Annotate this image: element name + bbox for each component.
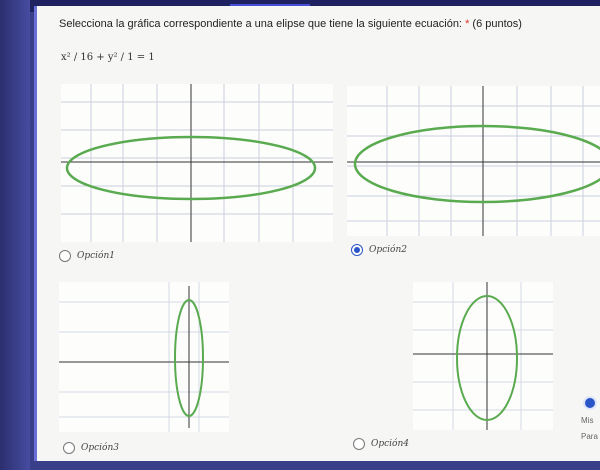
left-edge-background — [0, 0, 30, 470]
graph-option-3 — [59, 282, 229, 432]
option-2-radio[interactable] — [351, 244, 363, 256]
graph-option-1 — [61, 84, 333, 242]
option-4[interactable]: Opción4 — [353, 438, 409, 450]
graph-2-ellipse — [353, 124, 600, 204]
add-circle-icon[interactable] — [583, 396, 597, 410]
option-4-radio[interactable] — [353, 438, 365, 450]
graph-2-grid — [347, 86, 600, 236]
option-4-label: Opción4 — [371, 439, 409, 449]
option-3[interactable]: Opción3 — [63, 442, 119, 454]
side-text-2: Para — [581, 432, 598, 441]
graph-option-4 — [413, 282, 553, 430]
option-3-radio[interactable] — [63, 442, 75, 454]
option-3-label: Opción3 — [81, 443, 119, 453]
graph-4-grid — [413, 282, 553, 430]
required-mark: * — [465, 18, 470, 30]
option-2[interactable]: Opción2 — [351, 244, 407, 256]
option-1-radio[interactable] — [59, 250, 71, 262]
side-text-1: Mis — [581, 416, 594, 425]
question-card: Selecciona la gráfica correspondiente a … — [34, 6, 600, 461]
option-1[interactable]: Opción1 — [59, 250, 115, 262]
equation-formula: x² / 16 + y² / 1 = 1 — [61, 52, 155, 63]
graph-1-grid — [61, 84, 333, 242]
option-1-label: Opción1 — [77, 251, 115, 261]
question-text: Selecciona la gráfica correspondiente a … — [59, 18, 462, 30]
question-points: (6 puntos) — [472, 18, 522, 30]
question-title: Selecciona la gráfica correspondiente a … — [59, 18, 522, 30]
graph-option-2 — [347, 86, 600, 236]
option-2-label: Opción2 — [369, 245, 407, 255]
